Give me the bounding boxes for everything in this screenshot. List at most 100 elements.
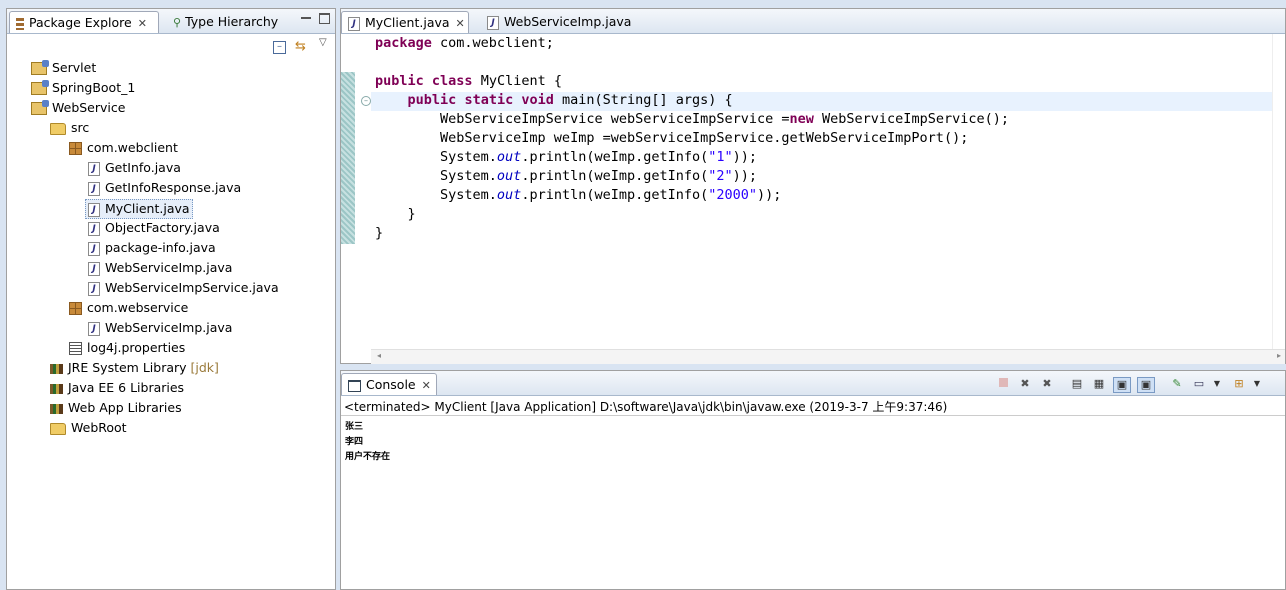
java-file-icon: J (88, 161, 100, 176)
tree-item[interactable]: J WebServiceImp.java (88, 259, 232, 277)
tree-item[interactable]: com.webclient (69, 139, 178, 157)
tree-item[interactable]: J ObjectFactory.java (88, 219, 220, 237)
tree-item-label: MyClient.java (105, 201, 190, 216)
code-token: static (464, 92, 514, 108)
tab-label: Console (366, 377, 416, 392)
code-token: } (375, 206, 416, 222)
close-icon[interactable]: ✕ (456, 17, 465, 30)
show-console-on-output-icon[interactable]: ▣ (1137, 377, 1155, 393)
tree-item[interactable]: Web App Libraries (50, 399, 182, 417)
tree-item[interactable]: Java EE 6 Libraries (50, 379, 184, 397)
editor-body[interactable]: – package com.webclient; public class My… (341, 34, 1285, 349)
tree-item[interactable]: J WebServiceImpService.java (88, 279, 279, 297)
tree-item[interactable]: WebService (31, 99, 125, 117)
java-file-icon: J (88, 241, 100, 256)
editor-tabbar: J MyClient.java ✕ J WebServiceImp.java (341, 9, 1285, 34)
display-selected-console-icon[interactable]: ▭ (1191, 377, 1207, 391)
console-output[interactable]: 张三 李四 用户不存在 (341, 419, 1285, 589)
tree-item[interactable]: J GetInfo.java (88, 159, 181, 177)
tree-item[interactable]: WebRoot (50, 419, 127, 437)
code-token: void (521, 92, 554, 108)
editor-pane: J MyClient.java ✕ J WebServiceImp.java – pa… (340, 8, 1286, 364)
tree-item-label: Java EE 6 Libraries (68, 380, 185, 395)
java-file-icon: J (487, 15, 499, 30)
project-icon (31, 60, 49, 75)
source-code[interactable]: package com.webclient; public class MyCl… (375, 34, 1009, 243)
close-icon[interactable]: ✕ (138, 17, 147, 30)
tree-item[interactable]: SpringBoot_1 (31, 79, 135, 97)
tree-item-label: WebServiceImp.java (105, 320, 233, 335)
tree-item-label: SpringBoot_1 (52, 80, 136, 95)
code-line: System.out.println(weImp.getInfo("2")); (375, 167, 1009, 186)
java-file-icon: J (88, 202, 100, 217)
scroll-right-icon[interactable]: ▸ (1277, 351, 1281, 360)
remove-all-terminated-icon[interactable]: ✖ (1039, 377, 1055, 391)
code-token: new (789, 111, 814, 127)
tree-item-label: WebServiceImpService.java (105, 280, 279, 295)
console-status-divider (341, 415, 1285, 416)
tree-item[interactable]: Jpackage-info.java (88, 239, 216, 257)
tree-item-label: WebServiceImp.java (105, 260, 233, 275)
dropdown-arrow-icon[interactable]: ▼ (1209, 377, 1225, 391)
code-token: "2000" (708, 187, 758, 203)
pin-console-icon[interactable]: ✎ (1169, 377, 1185, 391)
link-with-editor-icon[interactable]: ⇆ (295, 39, 306, 54)
tree-item-label: log4j.properties (87, 340, 186, 355)
tab-myclient-java[interactable]: J MyClient.java ✕ (341, 11, 469, 33)
code-line: public class MyClient { (375, 72, 1009, 91)
code-token: )); (732, 149, 758, 165)
code-line: package com.webclient; (375, 34, 1009, 53)
launch-status: <terminated> MyClient [Java Application]… (344, 400, 948, 414)
code-line: WebServiceImp weImp =webServiceImpServic… (375, 129, 1009, 148)
scroll-lock-icon[interactable]: ▦ (1091, 377, 1107, 391)
source-folder-icon (50, 122, 66, 135)
fold-collapse-icon[interactable]: – (361, 96, 371, 106)
code-token: "2" (708, 168, 733, 184)
remove-launch-icon[interactable]: ✖ (1017, 377, 1033, 391)
tab-console[interactable]: Console ✕ (341, 373, 437, 395)
tree-item-label: Web App Libraries (68, 400, 182, 415)
tree-item[interactable]: J MyClient.java (85, 199, 193, 219)
overview-ruler (1272, 34, 1285, 349)
tab-package-explorer[interactable]: Package Explore ✕ (9, 11, 159, 33)
tree-item[interactable]: src (50, 119, 89, 137)
tree-item[interactable]: Servlet (31, 59, 96, 77)
console-pane: Console ✕ ✖ ✖ ▤ ▦ ▣ ▣ ✎ ▭ ▼ ⊞ ▼ <terminat… (340, 370, 1286, 590)
code-token: out (496, 187, 522, 203)
tree-item[interactable]: com.webservice (69, 299, 188, 317)
tree-item-label: ObjectFactory.java (105, 220, 220, 235)
tree-item-label: src (71, 120, 90, 135)
tree-item[interactable]: JRE System Library [jdk] (50, 359, 219, 377)
maven-project-icon (31, 80, 49, 95)
tree-item[interactable]: J GetInfoResponse.java (88, 179, 241, 197)
open-console-icon[interactable]: ⊞ (1231, 377, 1247, 391)
collapse-all-icon[interactable]: – (273, 41, 286, 54)
tree-item-label: Servlet (52, 60, 97, 75)
terminate-icon[interactable] (995, 377, 1011, 391)
tree-item-label: com.webclient (87, 140, 178, 155)
scroll-left-icon[interactable]: ◂ (377, 351, 381, 360)
tree-item-label: JRE System Library (68, 360, 187, 375)
java-file-icon: J (88, 281, 100, 296)
horizontal-scrollbar[interactable]: ◂ ▸ (371, 349, 1285, 364)
maximize-icon[interactable] (319, 13, 330, 24)
java-file-icon: J (88, 181, 100, 196)
word-wrap-icon[interactable]: ▣ (1113, 377, 1131, 393)
minimize-icon[interactable] (301, 17, 311, 21)
code-token: MyClient { (472, 73, 562, 89)
close-icon[interactable]: ✕ (422, 379, 431, 392)
code-line: public static void main(String[] args) { (375, 91, 1009, 110)
dropdown-arrow-icon[interactable]: ▼ (1249, 377, 1265, 391)
clear-console-icon[interactable]: ▤ (1069, 377, 1085, 391)
tree-item[interactable]: J WebServiceImp.java (88, 319, 232, 337)
code-token: )); (757, 187, 782, 203)
view-menu-icon[interactable]: ▽ (319, 37, 327, 48)
type-hierarchy-icon: ⚲ (173, 16, 182, 29)
tab-type-hierarchy[interactable]: ⚲ Type Hierarchy (167, 11, 285, 33)
code-token: com.webclient; (431, 35, 554, 51)
console-output-line: 李四 (345, 437, 364, 447)
tab-webserviceimp-java[interactable]: J WebServiceImp.java (481, 11, 631, 33)
tree-item[interactable]: log4j.properties (69, 339, 185, 357)
package-icon (69, 302, 82, 315)
